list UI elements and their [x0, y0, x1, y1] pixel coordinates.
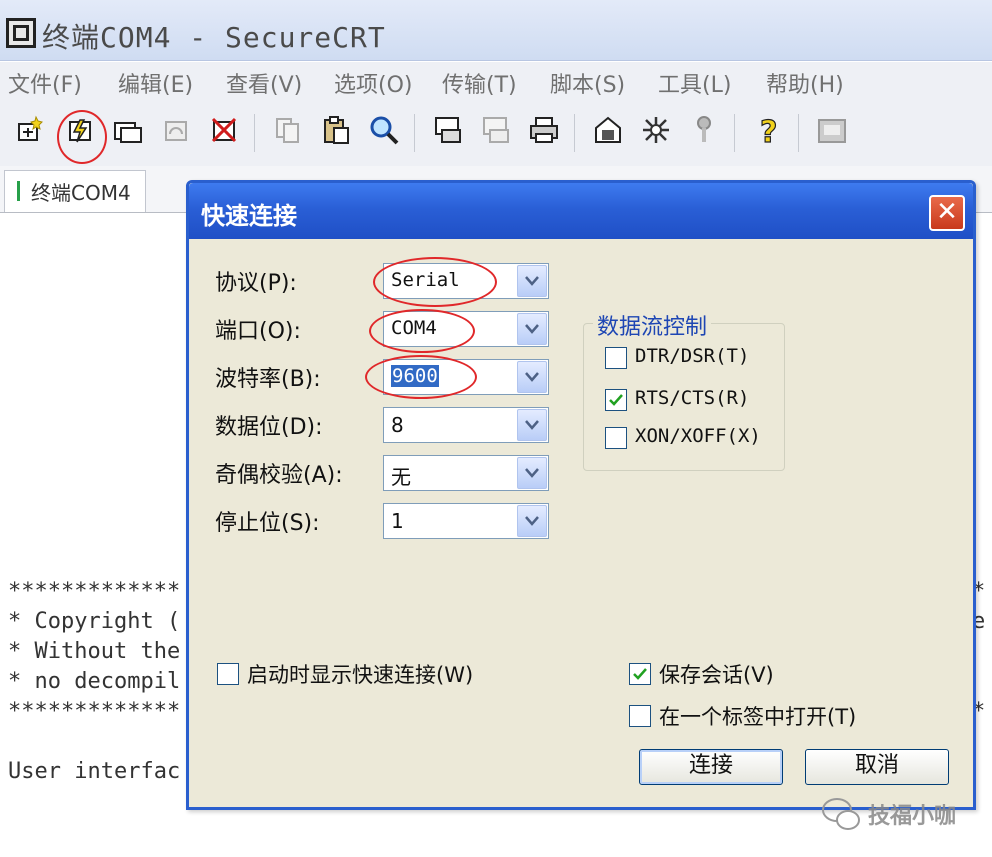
chevron-down-icon[interactable] [517, 409, 547, 441]
menu-help[interactable]: 帮助(H) [766, 67, 844, 99]
baud-label: 波特率(B): [215, 367, 321, 392]
stop-bits-select[interactable]: 1 [383, 503, 549, 539]
toolbar-separator [734, 114, 735, 152]
data-bits-label: 数据位(D): [215, 415, 323, 440]
chevron-down-icon[interactable] [517, 265, 547, 297]
terminal-line: * Without the [8, 639, 181, 664]
save-session-checkbox[interactable] [629, 663, 651, 685]
paste-icon[interactable] [320, 114, 352, 146]
terminal-line: ************* [8, 579, 181, 604]
toolbar-separator [414, 114, 415, 152]
port-annotation [369, 309, 475, 353]
stop-bits-label: 停止位(S): [215, 511, 320, 536]
flow-control-legend: 数据流控制 [593, 309, 712, 341]
menu-bar: 文件(F) 编辑(E) 查看(V) 选项(O) 传输(T) 脚本(S) 工具(L… [0, 62, 992, 100]
disconnect-icon[interactable] [208, 114, 240, 146]
tab-status-indicator [17, 181, 20, 201]
menu-tools[interactable]: 工具(L) [658, 67, 731, 99]
tab-label: 终端COM4 [31, 181, 131, 205]
session-options-icon[interactable] [592, 114, 624, 146]
menu-view[interactable]: 查看(V) [226, 67, 302, 99]
tab-com4[interactable]: 终端COM4 [4, 170, 146, 213]
terminal-line: * no decompil [8, 669, 181, 694]
show-on-startup-label: 启动时显示快速连接(W) [247, 663, 474, 687]
parity-select[interactable]: 无 [383, 455, 549, 491]
menu-edit[interactable]: 编辑(E) [118, 67, 193, 99]
window-titlebar: 终端COM4 - SecureCRT [0, 0, 992, 61]
chevron-down-icon[interactable] [517, 313, 547, 345]
data-bits-select[interactable]: 8 [383, 407, 549, 443]
chevron-down-icon[interactable] [517, 457, 547, 489]
xon-xoff-label: XON/XOFF(X) [635, 425, 761, 447]
toolbar-separator [798, 114, 799, 152]
close-button[interactable]: ✕ [929, 195, 965, 231]
cancel-button[interactable]: 取消 [805, 749, 949, 785]
menu-file[interactable]: 文件(F) [8, 67, 82, 99]
terminal-line: ************* [8, 699, 181, 724]
toolbar-separator [254, 114, 255, 152]
protocol-annotation [373, 257, 497, 307]
chevron-down-icon[interactable] [517, 361, 547, 393]
connect-in-tab-icon[interactable] [112, 114, 144, 146]
watermark-text: 技福小咖 [868, 804, 957, 829]
help-icon[interactable]: ? [752, 114, 784, 150]
dialog-titlebar: 快速连接 ✕ [189, 183, 973, 239]
menu-options[interactable]: 选项(O) [334, 67, 412, 99]
stop-bits-value: 1 [391, 509, 404, 533]
connect-icon[interactable] [14, 114, 46, 146]
open-in-tab-label: 在一个标签中打开(T) [659, 705, 857, 729]
port-label: 端口(O): [215, 319, 301, 344]
printer-icon[interactable] [528, 114, 560, 146]
checkmark-icon [609, 394, 623, 406]
copy-icon[interactable] [272, 114, 304, 146]
open-in-tab-checkbox[interactable] [629, 705, 651, 727]
parity-value: 无 [391, 465, 411, 489]
securecrt-app-icon[interactable] [6, 18, 36, 48]
rts-cts-label: RTS/CTS(R) [635, 387, 750, 409]
toolbar-separator [574, 114, 575, 152]
reconnect-icon[interactable] [160, 114, 192, 146]
print-screen-icon[interactable] [432, 114, 464, 146]
key-icon[interactable] [688, 114, 720, 146]
dialog-title: 快速连接 [201, 202, 297, 230]
watermark: 技福小咖 [816, 792, 976, 836]
wechat-icon [822, 798, 860, 830]
dtr-dsr-checkbox[interactable] [605, 347, 627, 369]
quick-connect-highlight [57, 110, 107, 164]
toolbar: ? [0, 100, 992, 167]
menu-script[interactable]: 脚本(S) [550, 67, 625, 99]
parity-label: 奇偶校验(A): [215, 463, 343, 488]
show-on-startup-checkbox[interactable] [217, 663, 239, 685]
xon-xoff-checkbox[interactable] [605, 427, 627, 449]
quick-connect-dialog: 快速连接 ✕ 协议(P): Serial 端口(O): COM4 波特率(B):… [186, 180, 976, 810]
terminal-line: * Copyright ( [8, 609, 181, 634]
svg-text:?: ? [760, 115, 777, 146]
connect-button[interactable]: 连接 [639, 749, 783, 785]
keymap-icon[interactable] [816, 114, 848, 146]
chevron-down-icon[interactable] [517, 505, 547, 537]
data-bits-value: 8 [391, 413, 404, 437]
baud-annotation [365, 355, 477, 399]
protocol-label: 协议(P): [215, 271, 297, 296]
save-session-label: 保存会话(V) [659, 663, 774, 687]
checkmark-icon [633, 668, 647, 680]
terminal-line: User interfac [8, 759, 181, 784]
print-selection-icon[interactable] [480, 114, 512, 146]
menu-transfer[interactable]: 传输(T) [442, 67, 517, 99]
dtr-dsr-label: DTR/DSR(T) [635, 345, 750, 367]
global-options-icon[interactable] [640, 114, 672, 146]
window-title: 终端COM4 - SecureCRT [42, 21, 386, 54]
find-icon[interactable] [368, 114, 400, 146]
rts-cts-checkbox[interactable] [605, 389, 627, 411]
